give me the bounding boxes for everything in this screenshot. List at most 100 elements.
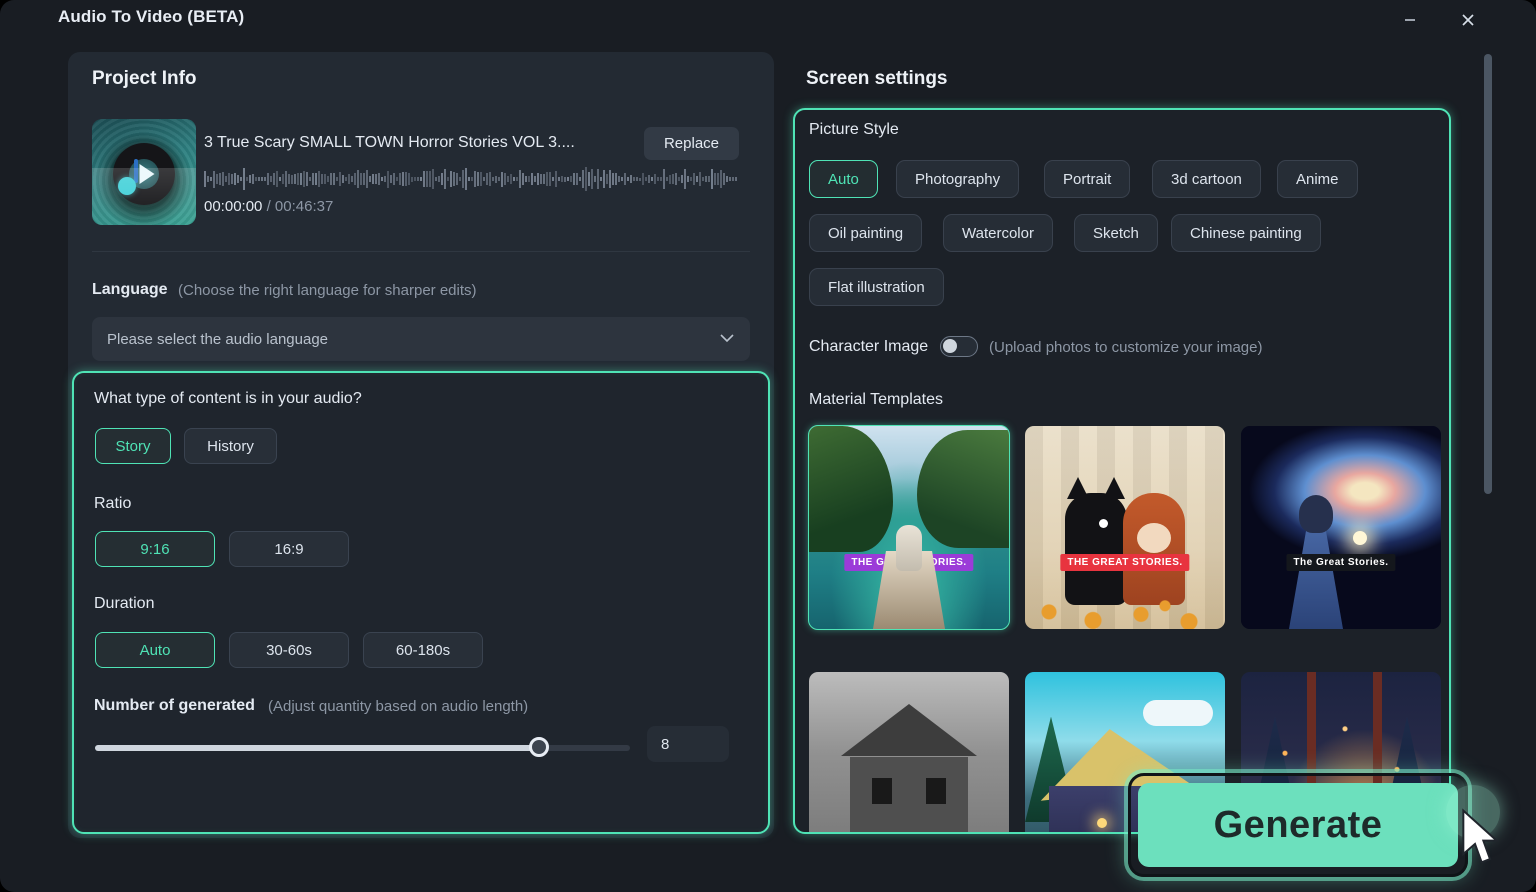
waveform-bar xyxy=(456,172,458,186)
waveform-bar xyxy=(300,173,302,185)
material-template-magic-forest[interactable]: THE GREAT STORIES. xyxy=(1025,426,1225,629)
waveform-bar xyxy=(354,173,356,185)
waveform-bar xyxy=(660,176,662,182)
duration-option-auto[interactable]: Auto xyxy=(95,632,215,668)
waveform-bar xyxy=(453,171,455,187)
waveform-bar xyxy=(591,168,593,190)
waveform-bar xyxy=(726,176,728,182)
ratio-option-16-9[interactable]: 16:9 xyxy=(229,531,349,567)
waveform-bar xyxy=(651,177,653,181)
waveform-bar xyxy=(663,169,665,189)
scrollbar-thumb[interactable] xyxy=(1484,54,1492,494)
waveform-bar xyxy=(444,169,446,189)
waveform-bar xyxy=(264,176,266,182)
waveform-bar xyxy=(420,176,422,182)
close-button[interactable] xyxy=(1448,2,1488,38)
slider-track[interactable] xyxy=(95,745,630,751)
picture-style-option-photography[interactable]: Photography xyxy=(896,160,1020,198)
minimize-button[interactable] xyxy=(1390,2,1430,38)
waveform-bar xyxy=(546,171,548,187)
playback-time: 00:00:00 / 00:46:37 xyxy=(204,198,333,215)
art-sheen xyxy=(92,167,196,225)
language-hint: (Choose the right language for sharper e… xyxy=(178,282,477,299)
waveform-bar xyxy=(312,173,314,185)
waveform-bar xyxy=(477,172,479,186)
waveform-bar xyxy=(375,173,377,185)
duration-option-60-180s[interactable]: 60-180s xyxy=(363,632,483,668)
waveform-bar xyxy=(405,171,407,187)
picture-style-option-sketch[interactable]: Sketch xyxy=(1074,214,1158,252)
screen-settings-heading: Screen settings xyxy=(806,68,948,89)
waveform-bar xyxy=(570,176,572,182)
picture-style-option-flat-illustration[interactable]: Flat illustration xyxy=(809,268,944,306)
waveform-bar xyxy=(339,172,341,186)
waveform-bar xyxy=(522,173,524,185)
waveform-bar xyxy=(531,173,533,185)
waveform-bar xyxy=(411,176,413,182)
waveform-bar xyxy=(432,169,434,189)
audio-waveform[interactable] xyxy=(204,166,739,192)
waveform-bar xyxy=(483,176,485,182)
waveform-bar xyxy=(243,167,245,191)
number-of-generated-label: Number of generated xyxy=(94,697,255,714)
waveform-bar xyxy=(696,176,698,182)
waveform-bar xyxy=(207,176,209,182)
waveform-bar xyxy=(363,172,365,186)
waveform-bar xyxy=(681,175,683,183)
number-of-generated-slider[interactable] xyxy=(95,726,729,762)
waveform-bar xyxy=(705,176,707,182)
waveform-bar xyxy=(285,170,287,188)
waveform-bar xyxy=(393,172,395,186)
waveform-bar xyxy=(588,171,590,187)
waveform-bar xyxy=(636,177,638,181)
picture-style-option-anime[interactable]: Anime xyxy=(1277,160,1358,198)
waveform-bar xyxy=(279,177,281,181)
waveform-bar xyxy=(252,174,254,184)
waveform-bar xyxy=(246,177,248,181)
waveform-bar xyxy=(399,173,401,185)
waveform-bar xyxy=(486,173,488,185)
picture-style-option-chinese-painting[interactable]: Chinese painting xyxy=(1171,214,1321,252)
vertical-scrollbar[interactable] xyxy=(1484,46,1492,836)
picture-style-option-oil-painting[interactable]: Oil painting xyxy=(809,214,923,252)
waveform-bar xyxy=(501,171,503,187)
slider-thumb[interactable] xyxy=(529,737,550,757)
total-time: 00:46:37 xyxy=(274,198,334,215)
replace-button[interactable]: Replace xyxy=(644,127,739,160)
waveform-bar xyxy=(441,172,443,186)
waveform-bar xyxy=(351,176,353,182)
waveform-bar xyxy=(585,167,587,191)
waveform-bar xyxy=(321,173,323,185)
picture-style-option-3d-cartoon[interactable]: 3d cartoon xyxy=(1152,160,1261,198)
waveform-bar xyxy=(624,173,626,185)
language-placeholder: Please select the audio language xyxy=(107,330,329,348)
picture-style-option-watercolor[interactable]: Watercolor xyxy=(943,214,1053,252)
language-select[interactable]: Please select the audio language xyxy=(92,317,750,361)
waveform-bar xyxy=(297,172,299,186)
content-type-option-history[interactable]: History xyxy=(184,428,277,464)
screen-settings-panel: Picture Style Auto Photography Portrait … xyxy=(793,108,1451,834)
app-title: Audio To Video (BETA) xyxy=(58,7,245,26)
material-template-haunted-house[interactable] xyxy=(809,672,1009,832)
waveform-bar xyxy=(561,176,563,182)
waveform-bar xyxy=(327,176,329,182)
template-artwork xyxy=(1241,426,1441,629)
material-template-tales-untold[interactable]: The Great Stories. xyxy=(1241,426,1441,629)
character-image-toggle[interactable] xyxy=(940,336,978,357)
content-type-question: What type of content is in your audio? xyxy=(94,390,362,407)
template-artwork xyxy=(809,426,1009,629)
picture-style-option-portrait[interactable]: Portrait xyxy=(1044,160,1131,198)
material-template-silent-journey[interactable]: THE GREAT STORIES. xyxy=(808,425,1010,630)
waveform-bar xyxy=(627,177,629,181)
waveform-bar xyxy=(330,172,332,186)
waveform-bar xyxy=(567,176,569,182)
waveform-bar xyxy=(666,177,668,181)
generate-button[interactable]: Generate xyxy=(1138,783,1458,867)
duration-option-30-60s[interactable]: 30-60s xyxy=(229,632,349,668)
waveform-bar xyxy=(480,172,482,186)
number-of-generated-input[interactable] xyxy=(647,726,729,762)
picture-style-option-auto[interactable]: Auto xyxy=(809,160,878,198)
content-type-option-story[interactable]: Story xyxy=(95,428,171,464)
waveform-bar xyxy=(498,177,500,181)
ratio-option-9-16[interactable]: 9:16 xyxy=(95,531,215,567)
